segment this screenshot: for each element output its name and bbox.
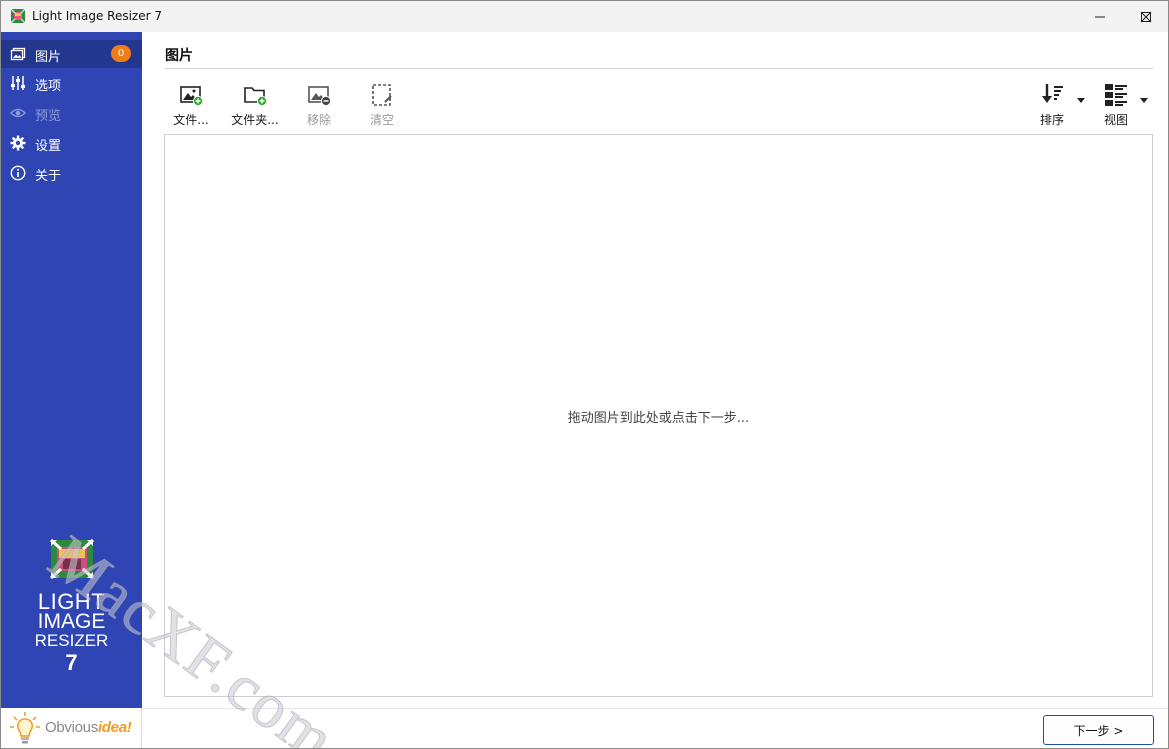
image-drop-zone[interactable]: 拖动图片到此处或点击下一步... — [164, 134, 1153, 697]
info-icon — [10, 165, 26, 181]
sidebar-item-label: 关于 — [35, 169, 62, 184]
add-folder-label: 文件夹... — [231, 113, 279, 127]
product-logo-icon — [49, 538, 95, 580]
product-logo: LIGHT IMAGE RESIZER 7 — [1, 537, 142, 687]
next-step-button[interactable]: 下一步 > — [1043, 715, 1154, 745]
sliders-icon — [11, 76, 25, 90]
sidebar-item-label: 图片 — [35, 50, 62, 65]
minimize-button[interactable] — [1077, 1, 1123, 32]
sidebar-item-settings[interactable]: 设置 — [1, 129, 142, 157]
bottom-bar: 下一步 > — [142, 708, 1168, 748]
sort-icon — [1042, 84, 1063, 103]
view-dropdown-chevron-icon[interactable] — [1140, 98, 1148, 103]
sidebar-item-label: 设置 — [35, 139, 62, 154]
close-icon — [1140, 11, 1152, 22]
main-panel: 图片 文件... 文件夹... 移除 清空 排序 视图 拖动图片到此处或点击下一… — [142, 32, 1168, 708]
sidebar-item-label: 选项 — [35, 79, 62, 94]
add-files-label: 文件... — [173, 113, 209, 127]
clear-selection-icon — [372, 84, 392, 106]
page-title: 图片 — [165, 48, 193, 64]
pictures-icon — [10, 47, 26, 61]
view-button[interactable]: 视图 — [1089, 82, 1143, 127]
remove-image-icon — [308, 86, 332, 107]
title-bar: Light Image Resizer 7 — [1, 1, 1168, 32]
view-label: 视图 — [1103, 113, 1128, 127]
eye-icon — [10, 108, 26, 118]
add-image-icon — [180, 86, 204, 107]
sort-label: 排序 — [1039, 113, 1064, 127]
add-files-button[interactable]: 文件... — [164, 82, 218, 127]
drop-hint-text: 拖动图片到此处或点击下一步... — [567, 411, 750, 426]
title-divider — [165, 68, 1153, 69]
minimize-icon — [1095, 16, 1105, 17]
view-list-icon — [1105, 84, 1127, 106]
add-folder-icon — [244, 87, 268, 107]
brand-name: Obviousidea! — [45, 719, 132, 736]
sidebar-item-label: 预览 — [35, 109, 62, 124]
app-window: Light Image Resizer 7 图片 0 选项 预览 设置 关于 L… — [0, 0, 1169, 749]
app-logo-icon — [10, 8, 26, 24]
lightbulb-icon — [10, 712, 40, 744]
count-badge: 0 — [111, 45, 131, 62]
sidebar: 图片 0 选项 预览 设置 关于 LIGHT IMAGE RESIZER 7 — [1, 32, 142, 708]
sidebar-item-about[interactable]: 关于 — [1, 159, 142, 187]
gear-icon — [10, 135, 26, 151]
sort-dropdown-chevron-icon[interactable] — [1077, 98, 1085, 103]
close-button[interactable] — [1123, 1, 1168, 32]
sidebar-item-options[interactable]: 选项 — [1, 69, 142, 97]
clear-button[interactable]: 清空 — [355, 82, 409, 127]
remove-button[interactable]: 移除 — [292, 82, 346, 127]
window-title: Light Image Resizer 7 — [32, 9, 162, 23]
sort-button[interactable]: 排序 — [1025, 82, 1079, 127]
add-folder-button[interactable]: 文件夹... — [228, 82, 282, 127]
sidebar-item-pictures[interactable]: 图片 0 — [1, 40, 142, 68]
remove-label: 移除 — [306, 113, 331, 127]
logo-line-4: 7 — [65, 650, 78, 675]
sidebar-item-preview[interactable]: 预览 — [1, 99, 142, 127]
logo-line-3: RESIZER — [34, 631, 109, 650]
brand-footer[interactable]: Obviousidea! — [1, 708, 142, 748]
clear-label: 清空 — [369, 113, 394, 127]
